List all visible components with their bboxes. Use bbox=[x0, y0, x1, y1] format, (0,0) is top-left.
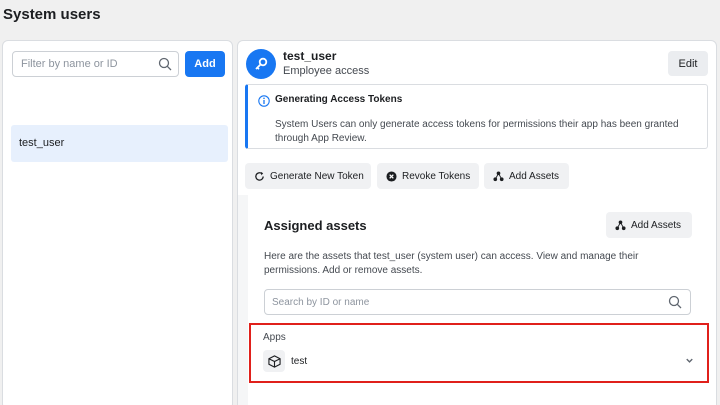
user-list-item[interactable]: test_user bbox=[11, 125, 228, 162]
filter-input[interactable] bbox=[13, 52, 153, 76]
refresh-icon bbox=[255, 171, 264, 181]
add-assets-card-label: Add Assets bbox=[631, 219, 682, 231]
revoke-tokens-button[interactable]: Revoke Tokens bbox=[377, 163, 479, 189]
add-assets-card-button[interactable]: Add Assets bbox=[606, 212, 692, 238]
page-title: System users bbox=[3, 6, 101, 23]
apps-label: Apps bbox=[263, 332, 286, 343]
search-icon bbox=[158, 57, 172, 71]
app-row[interactable]: test bbox=[263, 349, 695, 373]
assets-icon bbox=[493, 170, 504, 181]
app-name: test bbox=[291, 355, 308, 367]
assets-search-field[interactable] bbox=[264, 289, 691, 315]
info-banner: Generating Access Tokens System Users ca… bbox=[245, 84, 708, 149]
avatar bbox=[246, 49, 276, 79]
generate-token-label: Generate New Token bbox=[270, 170, 364, 182]
add-assets-label: Add Assets bbox=[509, 170, 560, 182]
info-title: Generating Access Tokens bbox=[275, 94, 403, 105]
info-text: System Users can only generate access to… bbox=[275, 119, 679, 144]
assets-icon bbox=[615, 219, 626, 230]
assets-description: Here are the assets that test_user (syst… bbox=[264, 251, 639, 276]
generate-token-button[interactable]: Generate New Token bbox=[245, 163, 371, 189]
search-icon bbox=[668, 295, 682, 309]
add-assets-button[interactable]: Add Assets bbox=[484, 163, 569, 189]
assets-title: Assigned assets bbox=[264, 218, 367, 233]
user-role: Employee access bbox=[283, 65, 370, 77]
close-circle-icon bbox=[386, 170, 397, 182]
info-icon bbox=[258, 95, 270, 107]
filter-field[interactable] bbox=[12, 51, 179, 77]
user-name: test_user bbox=[283, 49, 337, 63]
apps-highlight: Apps test bbox=[249, 323, 709, 383]
users-list-panel: Add test_user bbox=[2, 40, 233, 405]
cube-icon bbox=[263, 350, 285, 372]
chevron-down-icon[interactable] bbox=[684, 355, 695, 366]
key-icon bbox=[255, 57, 268, 70]
assets-search-input[interactable] bbox=[265, 290, 660, 314]
edit-button[interactable]: Edit bbox=[668, 51, 708, 76]
revoke-tokens-label: Revoke Tokens bbox=[402, 170, 471, 182]
add-user-button[interactable]: Add bbox=[185, 51, 225, 77]
